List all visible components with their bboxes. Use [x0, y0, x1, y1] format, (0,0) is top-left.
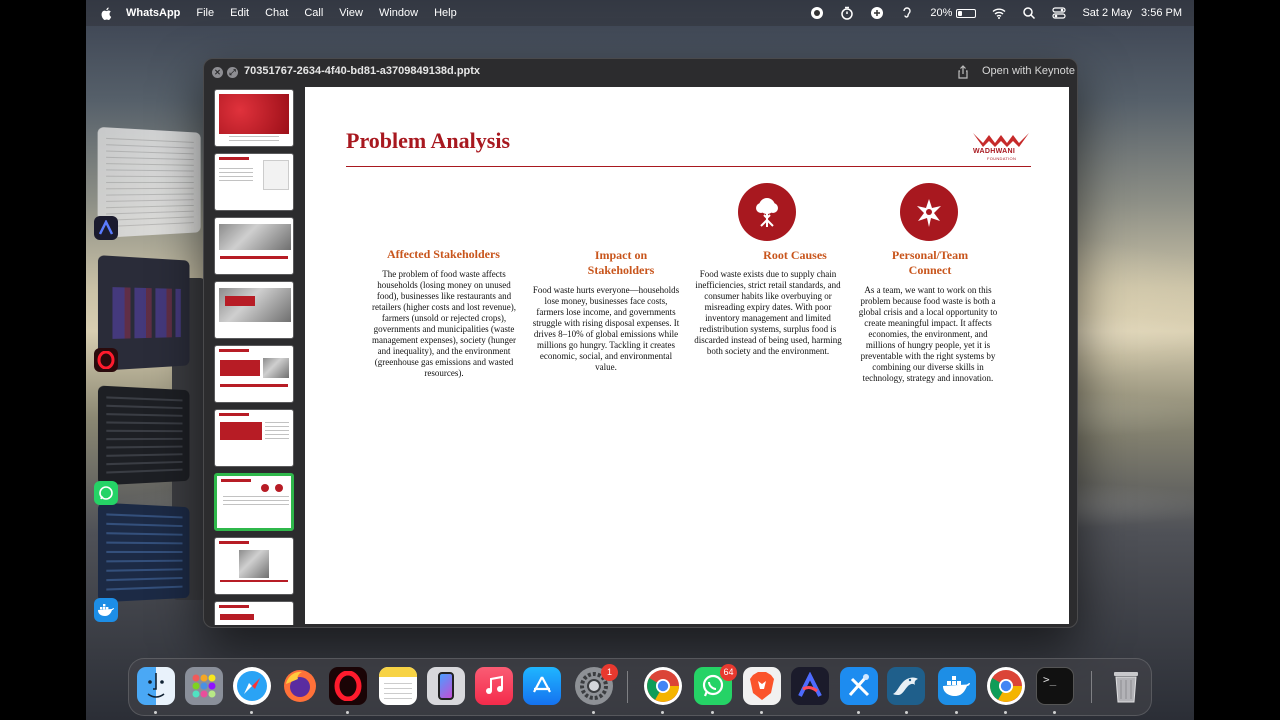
slide-thumbnail-list[interactable]	[214, 89, 294, 625]
menu-window[interactable]: Window	[379, 7, 418, 19]
title-divider	[346, 166, 1031, 167]
tree-roots-icon	[738, 183, 796, 241]
menu-call[interactable]: Call	[304, 7, 323, 19]
slide-thumbnail[interactable]	[214, 601, 294, 625]
menu-date: Sat 2 May	[1082, 7, 1132, 19]
window-title: 70351767-2634-4f40-bd81-a3709849138d.ppt…	[244, 65, 481, 77]
logo-wordmark: WADHWANI	[973, 148, 1016, 155]
spotlight-search-icon[interactable]	[1022, 6, 1036, 20]
stage-window-docker[interactable]	[97, 502, 190, 603]
launchpad-icon[interactable]	[185, 667, 223, 705]
running-indicator	[711, 711, 714, 714]
dock: 1 64 >_	[128, 658, 1152, 716]
timer-icon[interactable]	[840, 6, 854, 20]
safari-icon[interactable]	[233, 667, 271, 705]
iphone-mirroring-icon[interactable]	[427, 667, 465, 705]
notes-icon[interactable]	[379, 667, 417, 705]
column-body-root-causes: Food waste exists due to supply chain in…	[694, 269, 842, 356]
running-indicator	[154, 711, 157, 714]
terminal-icon[interactable]: >_	[1036, 667, 1074, 705]
brave-icon[interactable]	[743, 667, 781, 705]
dock-separator	[1091, 671, 1092, 703]
share-icon[interactable]	[956, 65, 970, 79]
music-icon[interactable]	[475, 667, 513, 705]
column-heading-root-causes: Root Causes	[763, 248, 827, 262]
running-indicator	[857, 711, 860, 714]
menu-time: 3:56 PM	[1141, 7, 1182, 19]
dock-separator	[627, 671, 628, 703]
slide-thumbnail[interactable]	[214, 281, 294, 339]
slide-title: Problem Analysis	[346, 128, 511, 153]
running-indicator	[592, 711, 595, 714]
arc-icon[interactable]	[791, 667, 829, 705]
firefox-icon[interactable]	[281, 667, 319, 705]
running-indicator	[346, 711, 349, 714]
control-center-icon[interactable]	[1052, 6, 1067, 20]
menu-file[interactable]: File	[196, 7, 214, 19]
arc-icon[interactable]	[94, 216, 118, 240]
team-hands-icon	[900, 183, 958, 241]
fullscreen-icon[interactable]: ⤢	[227, 67, 238, 78]
slide-thumbnail[interactable]	[214, 537, 294, 595]
hearing-icon[interactable]	[900, 6, 914, 20]
screen-record-icon[interactable]	[810, 6, 824, 20]
running-indicator	[955, 711, 958, 714]
battery-percent: 20%	[930, 7, 953, 19]
opera-icon[interactable]	[94, 348, 118, 372]
chrome-icon[interactable]	[644, 667, 682, 705]
app-store-icon[interactable]	[523, 667, 561, 705]
running-indicator	[250, 711, 253, 714]
slide-thumbnail[interactable]	[214, 345, 294, 403]
running-indicator	[1053, 711, 1056, 714]
wadhwani-foundation-logo: WADHWANI FOUNDATION	[969, 131, 1031, 161]
mysql-icon[interactable]	[887, 667, 925, 705]
slide-thumbnail[interactable]	[214, 153, 294, 211]
menu-view[interactable]: View	[339, 7, 363, 19]
quick-look-window: ✕ ⤢ 70351767-2634-4f40-bd81-a3709849138d…	[203, 58, 1078, 628]
menu-bar: WhatsApp File Edit Chat Call View Window…	[86, 0, 1194, 26]
docker-icon[interactable]	[938, 667, 976, 705]
docker-icon[interactable]	[94, 598, 118, 622]
vpn-icon[interactable]	[870, 6, 884, 20]
stage-window-terminal[interactable]	[97, 385, 190, 486]
whatsapp-icon[interactable]	[94, 481, 118, 505]
column-heading-impact-on-stakeholders: Impact on Stakeholders	[587, 248, 655, 277]
apple-menu-icon[interactable]	[100, 7, 112, 20]
column-body-personal-team-connect: As a team, we want to work on this probl…	[858, 285, 998, 383]
menu-app-name[interactable]: WhatsApp	[126, 7, 180, 19]
column-body-impact-on-stakeholders: Food waste hurts everyone—households los…	[532, 285, 680, 372]
window-titlebar: ✕ ⤢ 70351767-2634-4f40-bd81-a3709849138d…	[204, 59, 1077, 85]
chrome-icon[interactable]	[987, 667, 1025, 705]
column-body-affected-stakeholders: The problem of food waste affects househ…	[372, 269, 516, 378]
trash-icon[interactable]	[1107, 667, 1145, 705]
menu-chat[interactable]: Chat	[265, 7, 288, 19]
finder-icon[interactable]	[137, 667, 175, 705]
running-indicator	[661, 711, 664, 714]
xcode-icon[interactable]	[840, 667, 878, 705]
battery-level-fill	[958, 10, 962, 16]
settings-badge: 1	[601, 664, 618, 681]
menu-clock[interactable]: Sat 2 May 3:56 PM	[1082, 7, 1182, 19]
open-with-keynote-button[interactable]: Open with Keynote	[982, 65, 1075, 77]
battery-icon	[956, 8, 977, 18]
slide-thumbnail[interactable]	[214, 89, 294, 147]
slide-canvas: Problem Analysis WADHWANI FOUNDATION Aff…	[305, 87, 1069, 624]
running-indicator	[760, 711, 763, 714]
running-indicator	[1004, 711, 1007, 714]
wifi-icon[interactable]	[992, 6, 1006, 20]
column-heading-personal-team-connect: Personal/Team Connect	[891, 248, 969, 277]
close-icon[interactable]: ✕	[212, 67, 223, 78]
menu-edit[interactable]: Edit	[230, 7, 249, 19]
slide-thumbnail-active[interactable]	[214, 473, 294, 531]
slide-thumbnail[interactable]	[214, 409, 294, 467]
battery-status[interactable]: 20%	[930, 7, 977, 19]
logo-subtitle: FOUNDATION	[987, 156, 1017, 161]
slide-thumbnail[interactable]	[214, 217, 294, 275]
menu-help[interactable]: Help	[434, 7, 457, 19]
opera-icon[interactable]	[329, 667, 367, 705]
whatsapp-unread-badge: 64	[720, 664, 737, 681]
column-heading-affected-stakeholders: Affected Stakeholders	[387, 247, 500, 261]
running-indicator	[905, 711, 908, 714]
